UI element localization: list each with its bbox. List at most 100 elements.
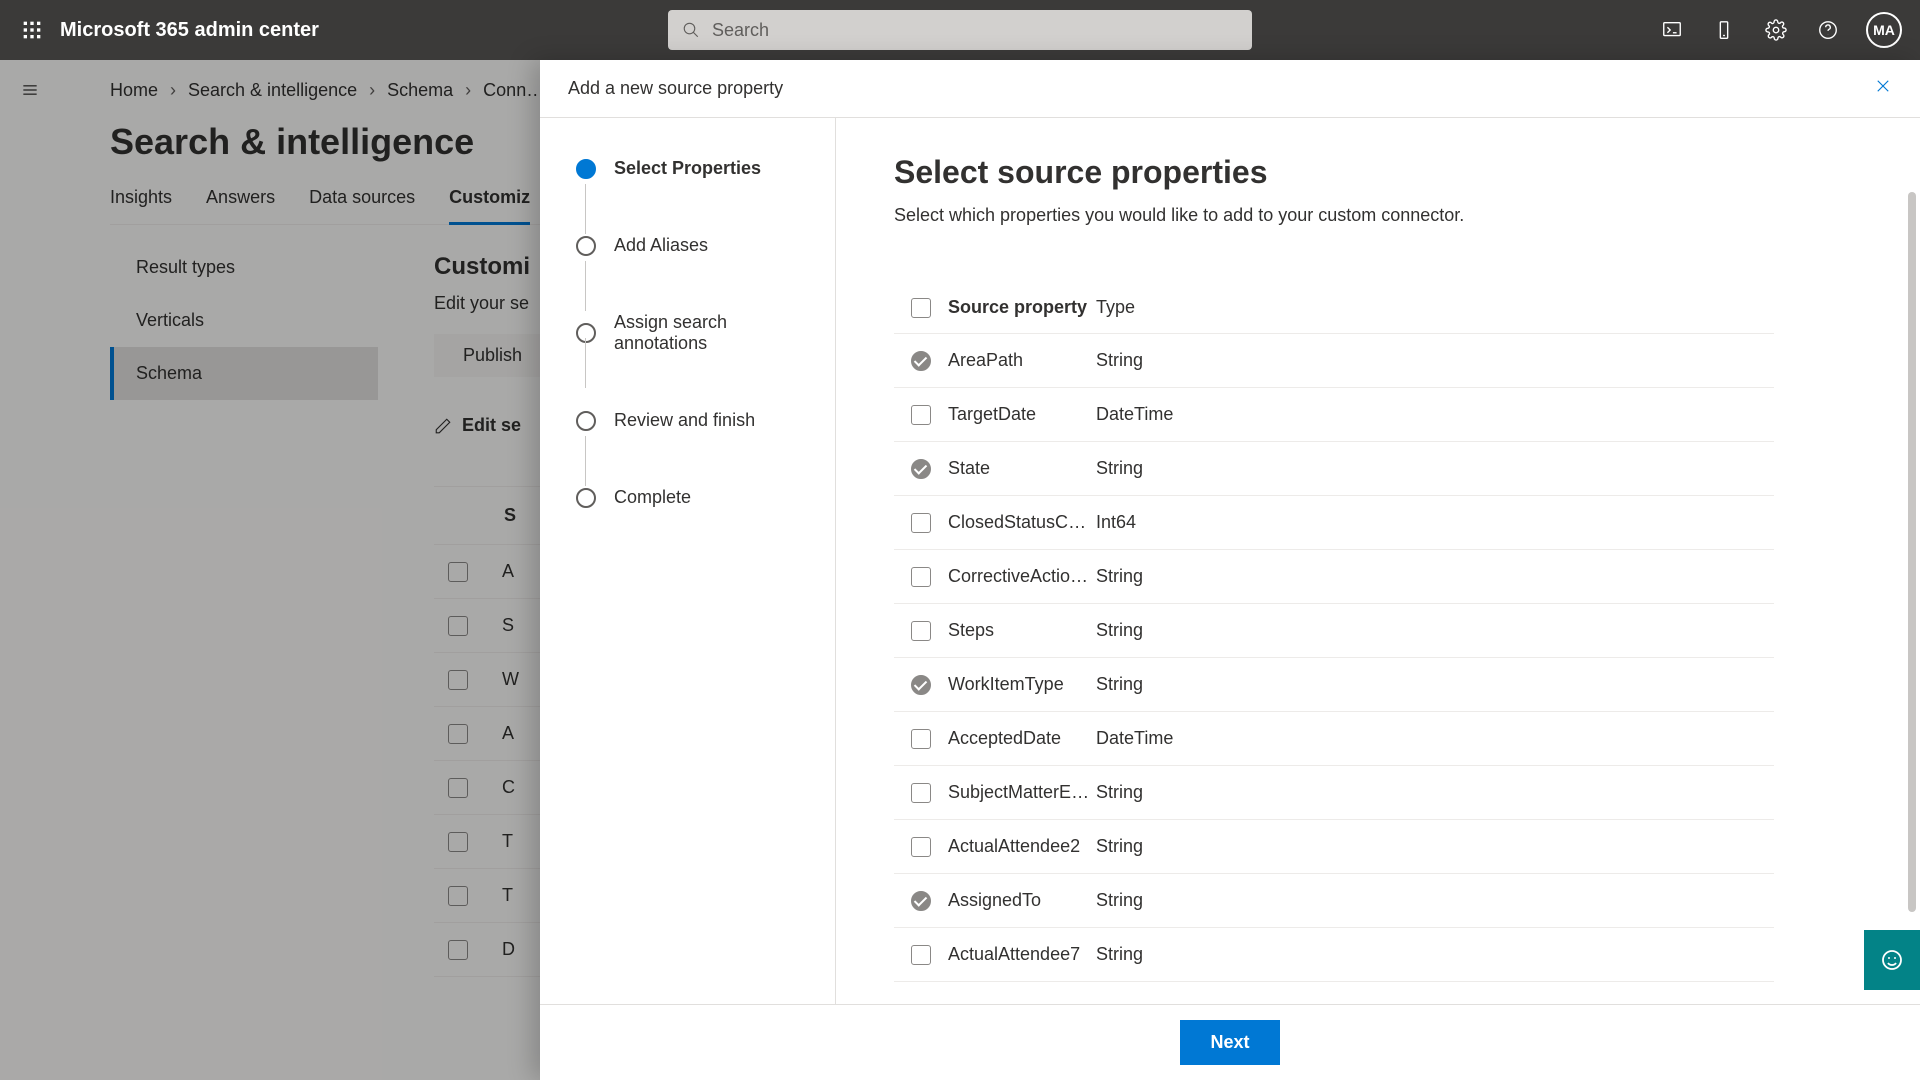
flyout-panel: Add a new source property Select Propert… [540, 60, 1920, 1080]
property-name: ActualAttendee2 [948, 836, 1096, 857]
table-row[interactable]: WorkItemTypeString [894, 658, 1774, 712]
table-row[interactable]: ClosedStatusCodeInt64 [894, 496, 1774, 550]
app-title: Microsoft 365 admin center [60, 19, 319, 42]
property-name: Steps [948, 620, 1096, 641]
wizard-steps: Select Properties Add Aliases Assign searc… [540, 118, 836, 1004]
table-row[interactable]: AreaPathString [894, 334, 1774, 388]
step-label: Assign search annotations [614, 312, 815, 354]
search-input[interactable] [710, 19, 1238, 42]
property-type: String [1096, 620, 1774, 641]
row-checkbox[interactable] [911, 621, 931, 641]
wizard-main: Select source properties Select which pr… [836, 118, 1920, 1004]
property-name: ClosedStatusCode [948, 512, 1096, 533]
step-indicator-icon [576, 323, 596, 343]
checkbox-cell [894, 675, 948, 695]
flyout-title: Add a new source property [568, 78, 783, 99]
checkbox-cell [894, 783, 948, 803]
checkbox-cell [894, 567, 948, 587]
row-checkbox[interactable] [911, 891, 931, 911]
row-checkbox[interactable] [911, 513, 931, 533]
mobile-button[interactable] [1700, 6, 1748, 54]
table-row[interactable]: ActualAttendee2String [894, 820, 1774, 874]
row-checkbox[interactable] [911, 783, 931, 803]
checkbox-cell [894, 891, 948, 911]
property-type: String [1096, 458, 1774, 479]
checkbox-cell [894, 459, 948, 479]
row-checkbox[interactable] [911, 351, 931, 371]
property-type: DateTime [1096, 728, 1774, 749]
column-header-name: Source property [948, 297, 1096, 318]
table-row[interactable]: StateString [894, 442, 1774, 496]
app-launcher-button[interactable] [8, 6, 56, 54]
row-checkbox[interactable] [911, 459, 931, 479]
property-name: WorkItemType [948, 674, 1096, 695]
table-row[interactable]: ActualAttendee7String [894, 928, 1774, 982]
wizard-main-subtitle: Select which properties you would like t… [894, 205, 1870, 226]
help-icon [1817, 19, 1839, 41]
property-type: String [1096, 566, 1774, 587]
close-button[interactable] [1874, 77, 1892, 100]
checkbox-cell [894, 729, 948, 749]
step-indicator-icon [576, 236, 596, 256]
property-type: String [1096, 674, 1774, 695]
wizard-step[interactable]: Review and finish [576, 410, 815, 431]
property-type: DateTime [1096, 404, 1774, 425]
header-actions: MA [1648, 6, 1912, 54]
scrollbar[interactable] [1908, 122, 1916, 1000]
property-name: AreaPath [948, 350, 1096, 371]
property-type: Int64 [1096, 512, 1774, 533]
wizard-step[interactable]: Select Properties [576, 158, 815, 179]
property-name: State [948, 458, 1096, 479]
property-name: AcceptedDate [948, 728, 1096, 749]
select-all-cell [894, 298, 948, 318]
search-box[interactable] [668, 10, 1252, 50]
property-type: String [1096, 782, 1774, 803]
waffle-icon [22, 20, 42, 40]
wizard-step[interactable]: Add Aliases [576, 235, 815, 256]
mobile-icon [1713, 19, 1735, 41]
step-label: Review and finish [614, 410, 755, 431]
settings-button[interactable] [1752, 6, 1800, 54]
gear-icon [1765, 19, 1787, 41]
wizard-step[interactable]: Complete [576, 487, 815, 508]
scrollbar-thumb[interactable] [1908, 192, 1916, 912]
property-name: CorrectiveAction… [948, 566, 1096, 587]
property-name: AssignedTo [948, 890, 1096, 911]
select-all-checkbox[interactable] [911, 298, 931, 318]
step-indicator-icon [576, 411, 596, 431]
app-header: Microsoft 365 admin center MA [0, 0, 1920, 60]
shell-button[interactable] [1648, 6, 1696, 54]
checkbox-cell [894, 621, 948, 641]
search-container [668, 10, 1252, 50]
property-type: String [1096, 944, 1774, 965]
avatar[interactable]: MA [1866, 12, 1902, 48]
help-button[interactable] [1804, 6, 1852, 54]
row-checkbox[interactable] [911, 405, 931, 425]
wizard-step[interactable]: Assign search annotations [576, 312, 815, 354]
row-checkbox[interactable] [911, 837, 931, 857]
wizard-main-title: Select source properties [894, 154, 1870, 191]
table-row[interactable]: CorrectiveAction…String [894, 550, 1774, 604]
feedback-icon [1880, 948, 1904, 972]
row-checkbox[interactable] [911, 675, 931, 695]
row-checkbox[interactable] [911, 945, 931, 965]
checkbox-cell [894, 945, 948, 965]
table-row[interactable]: SubjectMatterEx…String [894, 766, 1774, 820]
table-row[interactable]: TargetDateDateTime [894, 388, 1774, 442]
step-indicator-icon [576, 159, 596, 179]
row-checkbox[interactable] [911, 729, 931, 749]
checkbox-cell [894, 405, 948, 425]
table-row[interactable]: AcceptedDateDateTime [894, 712, 1774, 766]
table-row[interactable]: AssignedToString [894, 874, 1774, 928]
flyout-footer: Next [540, 1004, 1920, 1080]
search-icon [682, 21, 700, 39]
next-button[interactable]: Next [1180, 1020, 1279, 1065]
property-name: ActualAttendee7 [948, 944, 1096, 965]
close-icon [1874, 77, 1892, 95]
table-row[interactable]: StepsString [894, 604, 1774, 658]
row-checkbox[interactable] [911, 567, 931, 587]
table-header-row: Source property Type [894, 282, 1774, 334]
feedback-button[interactable] [1864, 930, 1920, 990]
properties-table: Source property Type AreaPathStringTarge… [894, 282, 1774, 982]
checkbox-cell [894, 351, 948, 371]
